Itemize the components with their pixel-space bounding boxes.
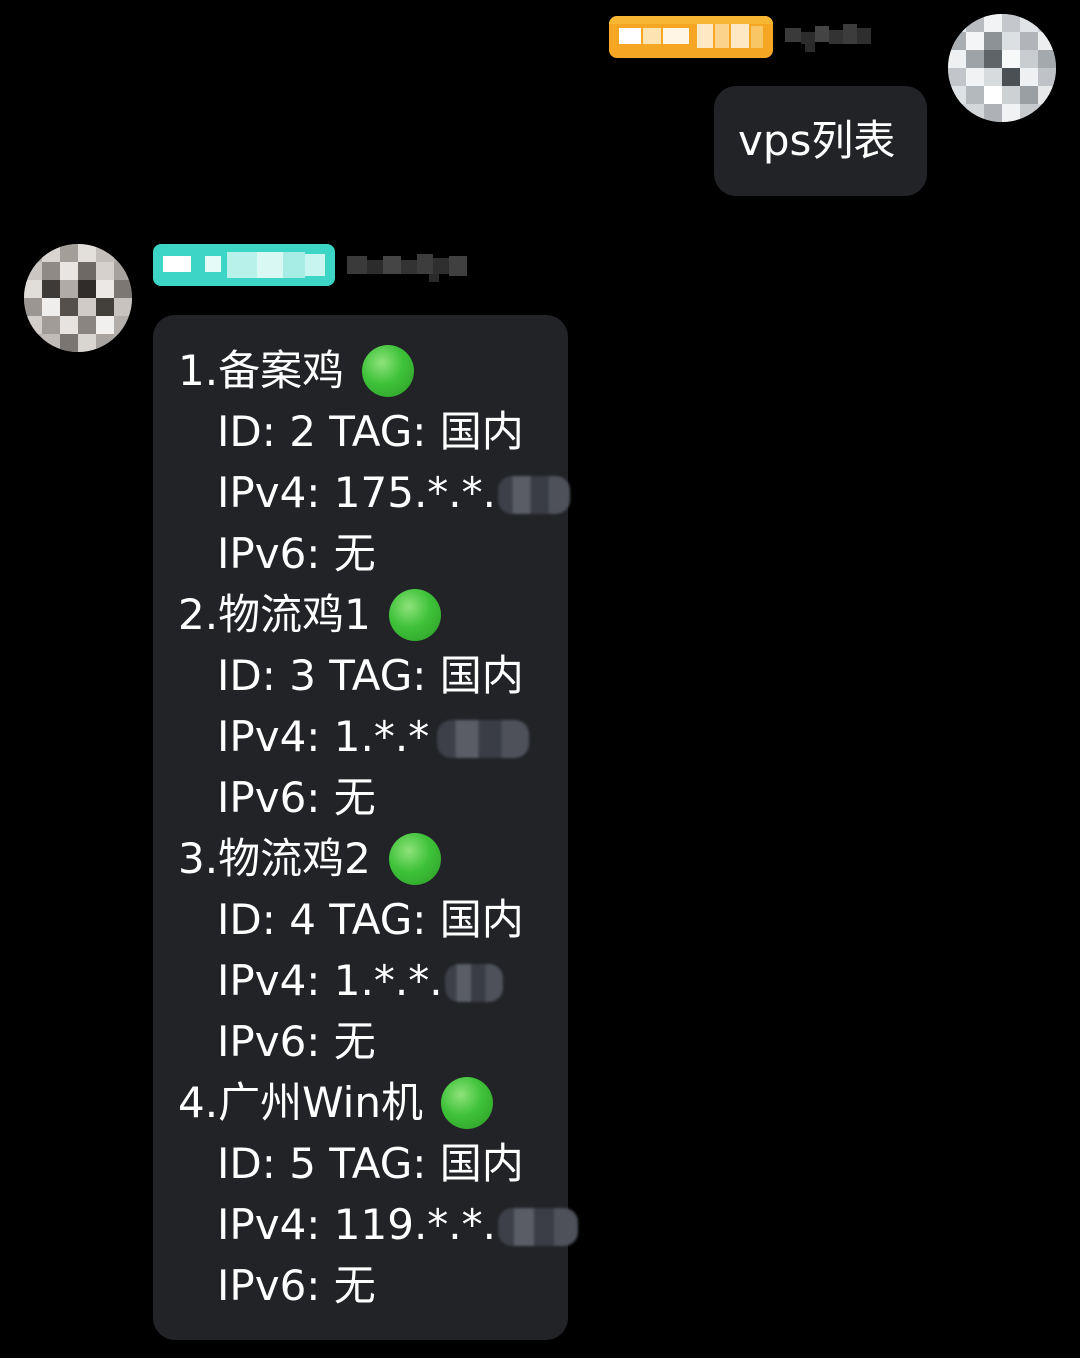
redacted-block — [444, 964, 503, 1002]
server-title-text: 2.物流鸡1 — [178, 590, 371, 639]
server-title: 3.物流鸡2 — [178, 829, 441, 889]
server-ipv4-line: IPv4: 119.*.*. — [217, 1195, 579, 1255]
green-circle-icon — [388, 589, 441, 641]
server-id-line: ID: 5 TAG: 国内 — [217, 1134, 524, 1194]
server-title-text: 1.备案鸡 — [178, 346, 345, 395]
server-ipv6-line: IPv6: 无 — [217, 524, 376, 584]
server-ipv4-text: IPv4: 1.*.*. — [217, 956, 443, 1005]
sender-tag-self — [609, 16, 773, 58]
incoming-message-bubble[interactable]: 1.备案鸡 ID: 2 TAG: 国内 IPv4: 175.*.*. IPv6:… — [153, 315, 579, 1340]
server-id-text: ID: 2 TAG: 国内 — [217, 407, 524, 456]
server-title: 4.广州Win机 — [178, 1073, 493, 1133]
server-ipv6-line: IPv6: 无 — [217, 1012, 376, 1072]
sender-name-self — [783, 16, 873, 56]
avatar-self[interactable] — [948, 14, 1056, 122]
server-ipv4-line: IPv4: 175.*.*. — [217, 463, 571, 523]
avatar-peer[interactable] — [24, 244, 132, 352]
server-ipv4-line: IPv4: 1.*.* — [217, 707, 530, 767]
sender-name-peer — [345, 246, 469, 286]
green-circle-icon — [388, 833, 441, 885]
server-id-line: ID: 4 TAG: 国内 — [217, 890, 524, 950]
outgoing-message-bubble[interactable]: vps列表 — [714, 86, 927, 196]
server-ipv4-text: IPv4: 175.*.*. — [217, 468, 497, 517]
server-title: 2.物流鸡1 — [178, 585, 441, 645]
server-id-text: ID: 4 TAG: 国内 — [217, 895, 524, 944]
server-ipv6-line: IPv6: 无 — [217, 1256, 376, 1316]
server-id-line: ID: 3 TAG: 国内 — [217, 646, 524, 706]
server-ipv4-text: IPv4: 119.*.*. — [217, 1200, 497, 1249]
server-id-line: ID: 2 TAG: 国内 — [217, 402, 524, 462]
redacted-block — [498, 1208, 579, 1246]
server-id-text: ID: 3 TAG: 国内 — [217, 651, 524, 700]
sender-tag-peer — [153, 244, 335, 286]
redacted-block — [437, 720, 530, 758]
server-ipv6-text: IPv6: 无 — [217, 529, 376, 578]
server-ipv6-text: IPv6: 无 — [217, 1017, 376, 1066]
server-ipv6-line: IPv6: 无 — [217, 768, 376, 828]
outgoing-message-text: vps列表 — [738, 116, 896, 165]
green-circle-icon — [440, 1077, 493, 1129]
server-title-text: 3.物流鸡2 — [178, 834, 371, 883]
server-title-text: 4.广州Win机 — [178, 1078, 423, 1127]
server-ipv4-text: IPv4: 1.*.* — [217, 712, 430, 761]
server-id-text: ID: 5 TAG: 国内 — [217, 1139, 524, 1188]
server-title: 1.备案鸡 — [178, 341, 415, 401]
redacted-block — [498, 476, 571, 514]
green-circle-icon — [362, 345, 415, 397]
server-ipv4-line: IPv4: 1.*.*. — [217, 951, 503, 1011]
server-ipv6-text: IPv6: 无 — [217, 773, 376, 822]
server-ipv6-text: IPv6: 无 — [217, 1261, 376, 1310]
